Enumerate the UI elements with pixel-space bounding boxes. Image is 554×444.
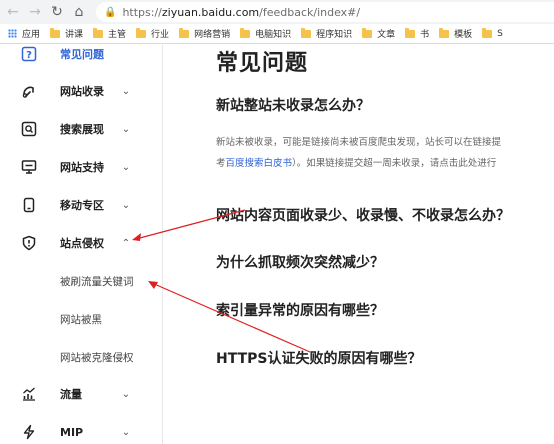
sidebar-item-label: 流量	[60, 388, 82, 401]
sidebar-item-faq[interactable]: ? 常见问题	[0, 39, 163, 69]
page-title: 常见问题	[216, 51, 309, 76]
lock-icon: 🔒	[104, 6, 117, 18]
lightning-icon	[20, 423, 38, 441]
mobile-icon	[20, 196, 38, 214]
folder-icon	[439, 27, 450, 38]
apps-icon	[8, 29, 17, 38]
url-text: https://ziyuan.baidu.com/feedback/index#…	[122, 5, 361, 19]
chevron-down-icon[interactable]: ⌄	[120, 426, 132, 438]
chevron-down-icon[interactable]: ⌄	[120, 123, 132, 135]
answer-line: 考百度搜索白皮书）。如果链接提交超一周未收录，请点击此处进行	[216, 158, 497, 169]
sidebar-subitem-brushed-traffic-keywords[interactable]: 被刷流量关键词	[60, 274, 134, 289]
home-icon[interactable]: ⌂	[68, 0, 90, 24]
traffic-chart-icon	[20, 385, 38, 403]
sidebar-subitem-site-cloned[interactable]: 网站被克隆侵权	[60, 350, 134, 365]
bookmark-folder[interactable]: 程序知识	[301, 27, 352, 40]
sidebar-item-mip[interactable]: MIP ⌄	[0, 417, 163, 444]
chevron-down-icon[interactable]: ⌄	[120, 199, 132, 211]
folder-icon	[482, 27, 493, 38]
browser-toolbar: ← → ↻ ⌂ 🔒 https://ziyuan.baidu.com/feedb…	[0, 0, 554, 24]
chevron-down-icon[interactable]: ⌄	[120, 388, 132, 400]
folder-icon	[362, 27, 373, 38]
folder-icon	[136, 27, 147, 38]
main-content: 常见问题 新站整站未收录怎么办？ 新站未被收录，可能是链接尚未被百度爬虫发现，站…	[164, 45, 554, 444]
sidebar-item-label: 网站支持	[60, 161, 104, 174]
forward-arrow-icon[interactable]: →	[24, 0, 46, 24]
faq-question[interactable]: 网站内容页面收录少、收录慢、不收录怎么办？	[216, 205, 510, 225]
bookmark-folder[interactable]: 模板	[439, 27, 472, 40]
faq-question[interactable]: 为什么抓取频次突然减少？	[216, 252, 384, 272]
monitor-icon	[20, 158, 38, 176]
whitepaper-link[interactable]: 百度搜索白皮书	[226, 158, 293, 169]
bookmark-folder[interactable]: 网络营销	[179, 27, 230, 40]
svg-text:?: ?	[26, 50, 32, 61]
chevron-down-icon[interactable]: ⌄	[120, 161, 132, 173]
search-display-icon	[20, 120, 38, 138]
bookmark-folder[interactable]: S	[482, 27, 503, 39]
faq-answer: 新站未被收录，可能是链接尚未被百度爬虫发现，站长可以在链接提 考百度搜索白皮书）…	[216, 132, 554, 174]
shield-alert-icon	[20, 234, 38, 252]
bookmark-folder[interactable]: 文章	[362, 27, 395, 40]
sidebar-item-mobile[interactable]: 移动专区 ⌄	[0, 190, 163, 220]
sidebar-item-label: 网站收录	[60, 85, 104, 98]
back-arrow-icon[interactable]: ←	[2, 0, 24, 24]
sidebar-item-label: 移动专区	[60, 199, 104, 212]
sidebar-item-label: MIP	[60, 425, 84, 439]
sidebar-item-infringement[interactable]: 站点侵权 ⌃	[0, 228, 163, 258]
folder-icon	[93, 27, 104, 38]
reload-icon[interactable]: ↻	[46, 0, 68, 24]
sidebar-item-indexing[interactable]: 网站收录 ⌄	[0, 76, 163, 106]
sidebar-item-label: 常见问题	[60, 48, 104, 61]
bookmark-folder[interactable]: 书	[405, 27, 429, 40]
answer-line: 新站未被收录，可能是链接尚未被百度爬虫发现，站长可以在链接提	[216, 137, 502, 148]
sidebar-subitem-site-hacked[interactable]: 网站被黑	[60, 312, 102, 327]
faq-question[interactable]: 索引量异常的原因有哪些？	[216, 300, 384, 320]
question-icon: ?	[20, 45, 38, 63]
folder-icon	[301, 27, 312, 38]
folder-icon	[405, 27, 416, 38]
address-bar[interactable]: 🔒 https://ziyuan.baidu.com/feedback/inde…	[96, 2, 554, 22]
folder-icon	[179, 27, 190, 38]
chevron-down-icon[interactable]: ⌄	[120, 85, 132, 97]
sidebar-item-label: 站点侵权	[60, 237, 104, 250]
folder-icon	[240, 27, 251, 38]
sidebar: ? 常见问题 网站收录 ⌄ 搜索展现 ⌄ 网站支持 ⌄ 移动专区 ⌄ 站点侵权 …	[0, 45, 163, 444]
sidebar-item-site-support[interactable]: 网站支持 ⌄	[0, 152, 163, 182]
faq-question[interactable]: HTTPS认证失败的原因有哪些？	[216, 348, 421, 368]
sidebar-item-search-display[interactable]: 搜索展现 ⌄	[0, 114, 163, 144]
index-icon	[20, 82, 38, 100]
sidebar-item-label: 搜索展现	[60, 123, 104, 136]
folder-icon	[50, 27, 61, 38]
sidebar-item-traffic[interactable]: 流量 ⌄	[0, 379, 163, 409]
bookmark-folder[interactable]: 电脑知识	[240, 27, 291, 40]
chevron-up-icon[interactable]: ⌃	[120, 237, 132, 249]
faq-question[interactable]: 新站整站未收录怎么办？	[216, 95, 370, 115]
